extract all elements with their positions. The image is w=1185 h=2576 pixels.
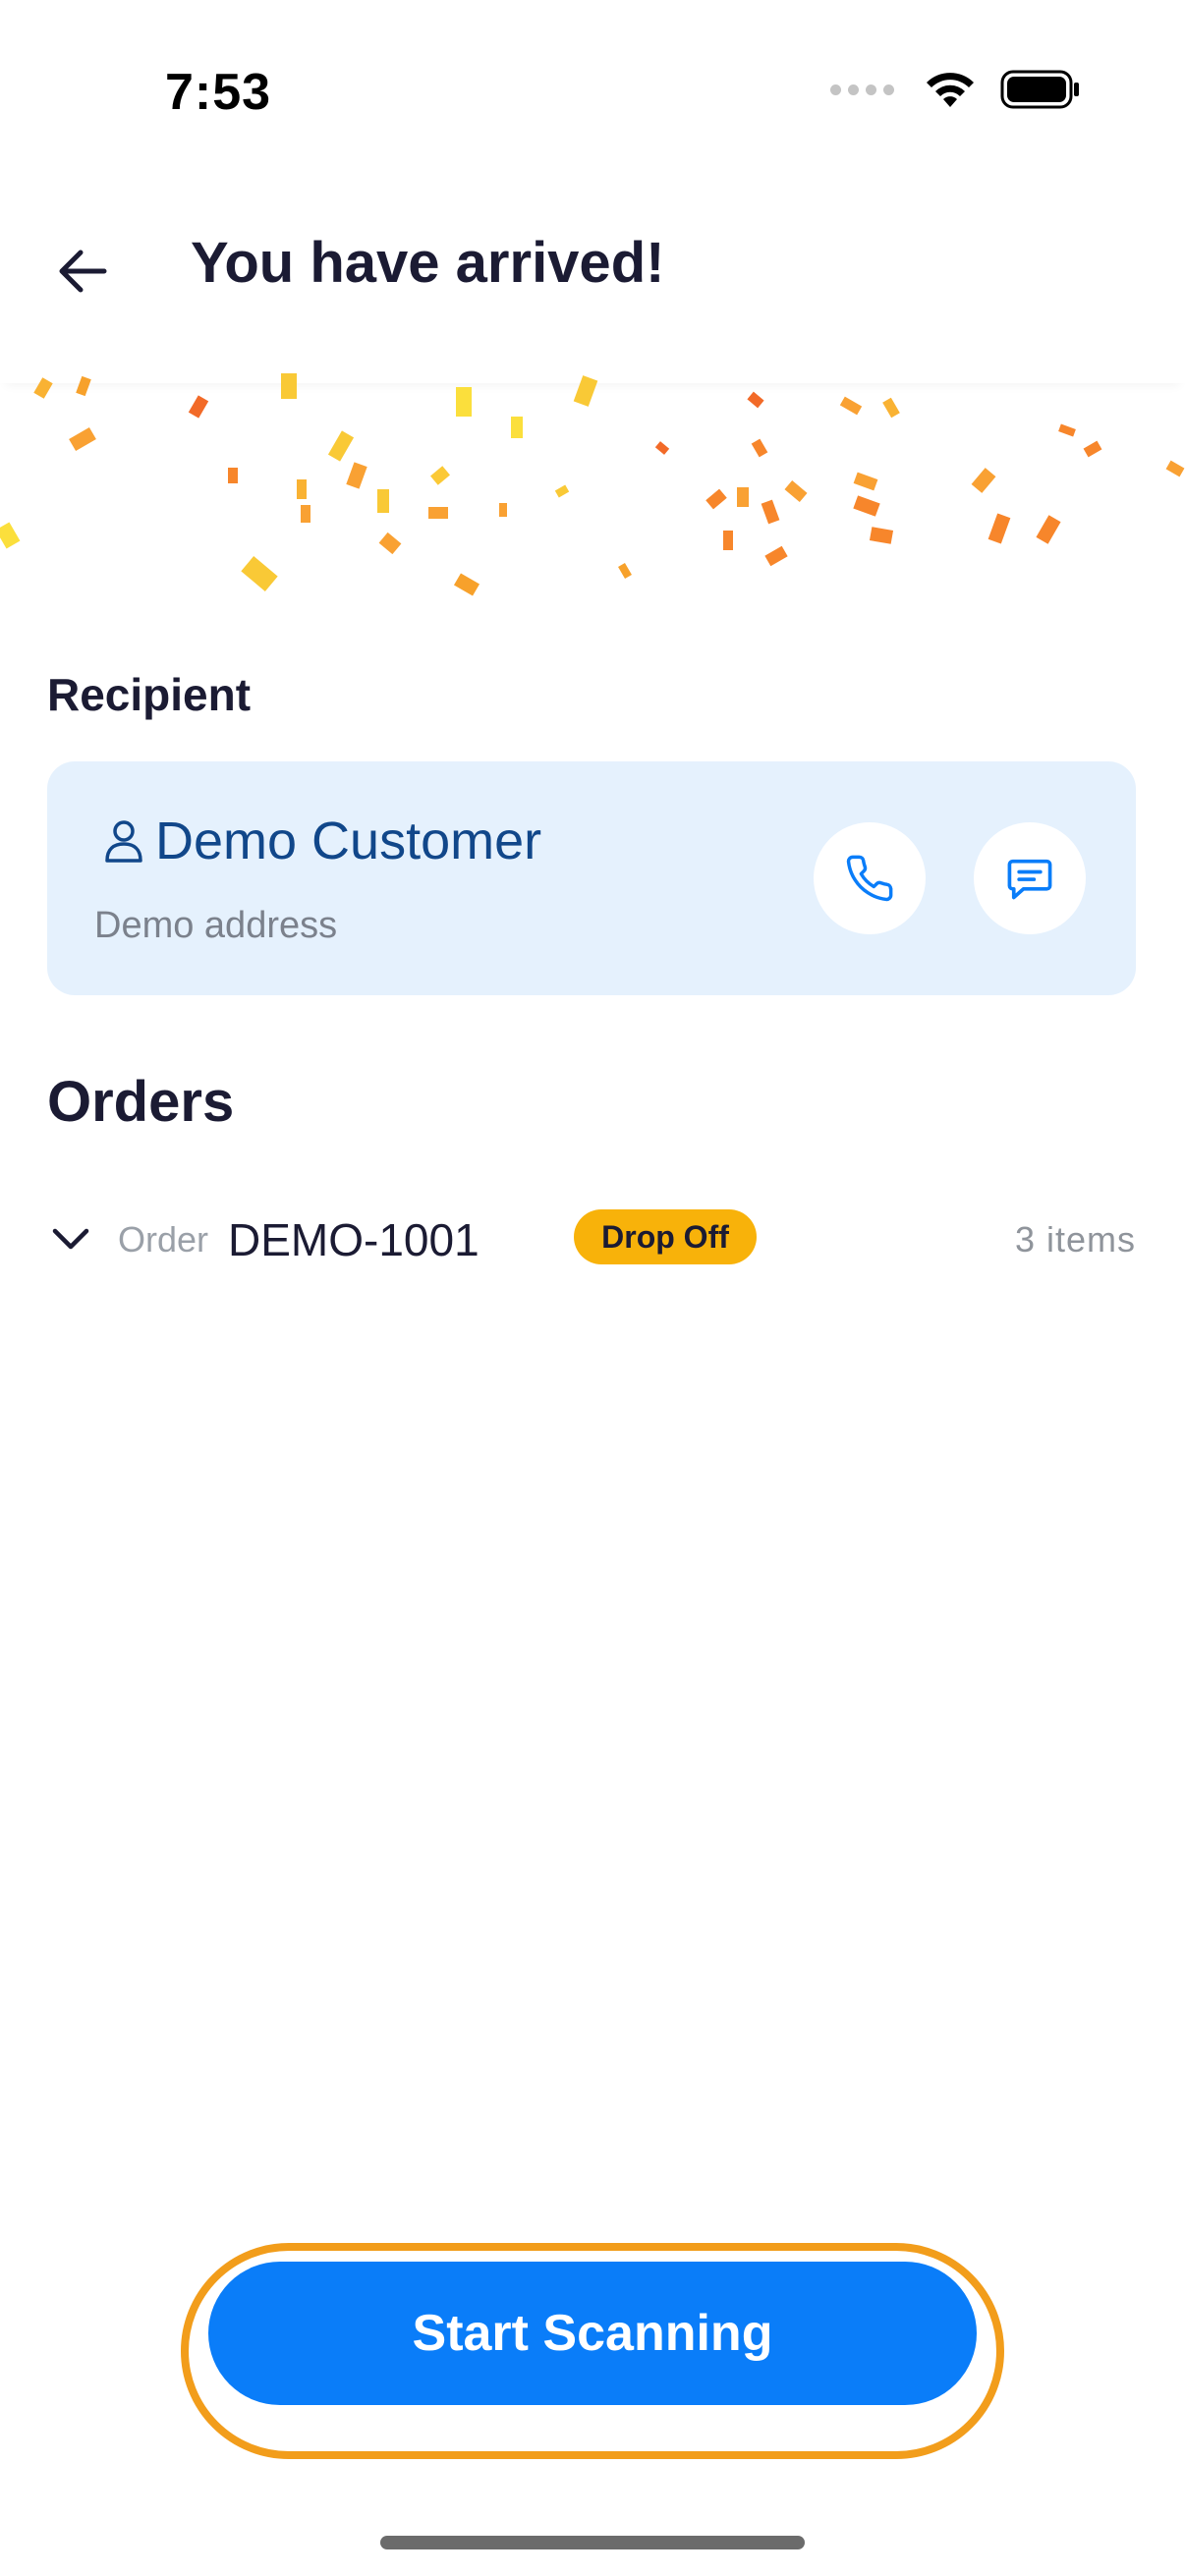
- status-icons: [830, 69, 1081, 110]
- home-indicator[interactable]: [380, 2536, 805, 2549]
- orders-title: Orders: [47, 1070, 235, 1134]
- signal-icon: [830, 84, 894, 95]
- arrow-left-icon: [59, 250, 107, 293]
- order-label: Order: [118, 1219, 209, 1260]
- wifi-icon: [927, 73, 974, 107]
- status-time: 7:53: [165, 64, 272, 121]
- header: You have arrived!: [0, 187, 1185, 383]
- drop-off-badge: Drop Off: [574, 1209, 757, 1264]
- order-row[interactable]: Order DEMO-1001 Drop Off 3 items: [47, 1204, 1136, 1274]
- page-title: You have arrived!: [191, 231, 665, 295]
- recipient-card: Demo Customer Demo address: [47, 761, 1136, 995]
- recipient-name: Demo Customer: [155, 812, 542, 870]
- recipient-address: Demo address: [94, 905, 338, 946]
- person-icon: [105, 820, 142, 863]
- confetti-decoration: [0, 373, 1185, 596]
- chevron-down-icon[interactable]: [47, 1215, 94, 1262]
- message-icon: [1007, 859, 1052, 900]
- message-button[interactable]: [974, 822, 1086, 934]
- status-bar: 7:53: [0, 0, 1185, 187]
- phone-icon: [846, 855, 893, 902]
- battery-icon: [1000, 70, 1079, 109]
- order-id: DEMO-1001: [228, 1214, 480, 1265]
- recipient-section-label: Recipient: [47, 669, 252, 720]
- recipient-name-row: Demo Customer: [102, 811, 541, 871]
- start-scanning-button[interactable]: Start Scanning: [208, 2262, 977, 2405]
- order-item-count: 3 items: [1014, 1219, 1136, 1260]
- call-button[interactable]: [814, 822, 926, 934]
- back-button[interactable]: [47, 236, 118, 307]
